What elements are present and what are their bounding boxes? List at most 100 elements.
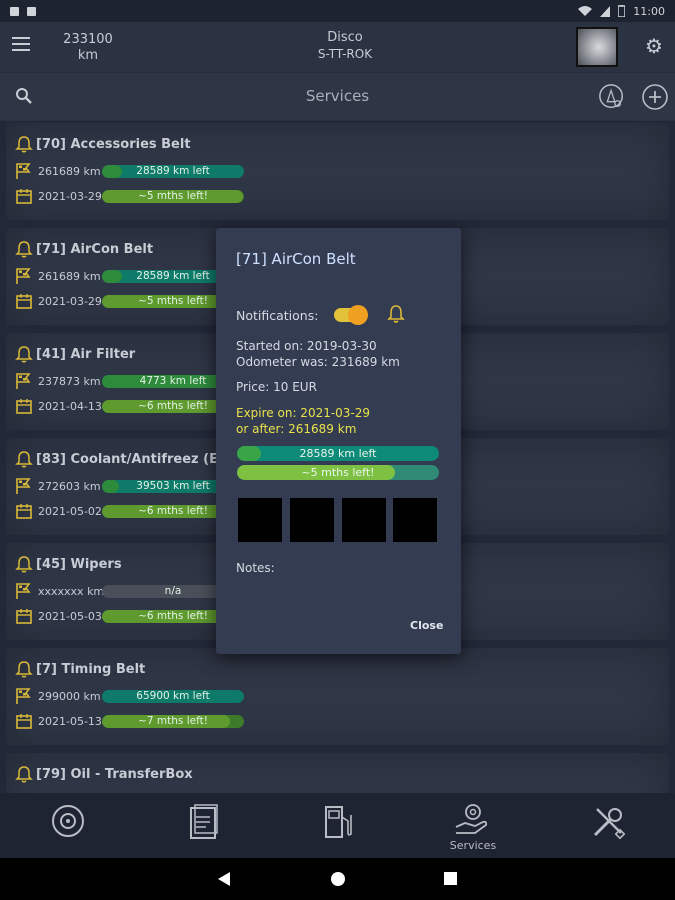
photo-slot[interactable]	[290, 498, 334, 542]
km-left-bar: 28589 km left	[102, 164, 244, 178]
km-row: 261689 km 28589 km left	[15, 266, 244, 286]
nav-tires[interactable]	[28, 803, 108, 853]
bell-icon[interactable]	[15, 555, 33, 573]
odometer-flag-icon	[15, 477, 33, 495]
time-left-bar: ~5 mths left!	[237, 465, 439, 480]
photo-slot[interactable]	[393, 498, 437, 542]
started-on: Started on: 2019-03-30	[236, 339, 377, 353]
service-card[interactable]: [79] Oil - TransferBox	[6, 753, 669, 793]
due-date: 2021-05-02	[38, 504, 102, 518]
services-toolbar: Services	[0, 72, 675, 120]
service-card[interactable]: [7] Timing Belt 299000 km 65900 km left 202…	[6, 648, 669, 745]
fuel-pump-icon	[325, 806, 352, 838]
service-name: [41] Air Filter	[36, 347, 136, 362]
recents-icon[interactable]	[444, 872, 457, 885]
nav-fuel[interactable]	[298, 803, 378, 853]
system-nav-bar	[0, 858, 675, 900]
notification-icon	[10, 6, 19, 16]
calendar-icon	[15, 397, 33, 415]
notes-label: Notes:	[236, 561, 275, 575]
km-row: 237873 km 4773 km left	[15, 371, 244, 391]
time-left-bar: ~7 mths left!	[102, 714, 244, 728]
km-left-text: 65900 km left	[136, 689, 210, 702]
odometer[interactable]: 233100 km	[60, 32, 116, 64]
vehicle-name: Disco	[327, 30, 363, 45]
odometer-flag-icon	[15, 267, 33, 285]
date-row: 2021-05-13 ~7 mths left!	[15, 711, 244, 731]
due-km: 272603 km	[38, 479, 101, 493]
nav-documents[interactable]	[164, 803, 244, 853]
time-left-text: ~5 mths left!	[301, 466, 375, 479]
due-date: 2021-05-03	[38, 609, 102, 623]
bell-icon[interactable]	[15, 135, 33, 153]
km-row: 261689 km 28589 km left	[15, 161, 244, 181]
app-notification-icon	[27, 6, 36, 16]
signal-icon	[600, 5, 611, 17]
km-left-text: 28589 km left	[299, 447, 377, 460]
odometer-flag-icon	[15, 162, 33, 180]
due-date: 2021-03-29	[38, 189, 102, 203]
search-icon[interactable]	[15, 87, 33, 105]
bell-icon[interactable]	[15, 345, 33, 363]
menu-icon[interactable]	[12, 37, 30, 51]
bell-icon[interactable]	[15, 240, 33, 258]
km-row: 272603 km 39503 km left	[15, 476, 244, 496]
home-icon[interactable]	[331, 872, 345, 886]
tools-icon	[593, 808, 626, 840]
add-service-icon[interactable]	[641, 83, 669, 111]
service-card[interactable]: [70] Accessories Belt 261689 km 28589 km l…	[6, 123, 669, 220]
gear-icon[interactable]: ⚙	[643, 35, 665, 57]
dialog-title: [71] AirCon Belt	[236, 250, 356, 268]
due-km: xxxxxxx km	[38, 584, 105, 598]
notifications-label: Notifications:	[236, 308, 319, 323]
due-km: 261689 km	[38, 269, 101, 283]
due-date: 2021-05-13	[38, 714, 102, 728]
time-left-text: ~7 mths left!	[138, 714, 208, 727]
odometer-flag-icon	[15, 582, 33, 600]
vehicle-photo[interactable]	[576, 27, 618, 67]
service-detail-dialog: [71] AirCon Belt Notifications: Started …	[216, 228, 461, 654]
vehicle-selector[interactable]: Disco S-TT-ROK	[250, 30, 440, 62]
bell-icon	[387, 305, 405, 323]
nav-services[interactable]: Services	[433, 803, 513, 853]
service-name: [79] Oil - TransferBox	[36, 767, 193, 782]
photo-slot[interactable]	[238, 498, 282, 542]
odometer-flag-icon	[15, 372, 33, 390]
date-row: 2021-05-02 ~6 mths left!	[15, 501, 244, 521]
odometer-was: Odometer was: 231689 km	[236, 355, 400, 369]
services-icon	[455, 804, 488, 834]
app-bar: 233100 km Disco S-TT-ROK ⚙	[0, 22, 675, 72]
vehicle-plate: S-TT-ROK	[317, 47, 373, 61]
clock: 11:00	[633, 4, 665, 18]
km-row: xxxxxxx km n/a	[15, 581, 244, 601]
odometer-value: 233100	[63, 32, 113, 47]
due-km: 299000 km	[38, 689, 101, 703]
due-km: 261689 km	[38, 164, 101, 178]
km-left-text: 28589 km left	[136, 164, 210, 177]
time-left-text: ~5 mths left!	[138, 189, 208, 202]
calendar-icon	[15, 292, 33, 310]
price: Price: 10 EUR	[236, 380, 317, 394]
bell-icon[interactable]	[15, 450, 33, 468]
or-after: or after: 261689 km	[236, 422, 357, 436]
notifications-toggle[interactable]	[334, 305, 368, 325]
status-bar: 11:00	[0, 0, 675, 22]
due-date: 2021-04-13	[38, 399, 102, 413]
service-alert-icon[interactable]	[598, 83, 626, 111]
nav-tools[interactable]	[568, 803, 648, 853]
nav-services-label: Services	[449, 839, 497, 852]
time-left-bar: ~5 mths left!	[102, 189, 244, 203]
km-left-bar: 28589 km left	[237, 446, 439, 461]
date-row: 2021-03-29 ~5 mths left!	[15, 291, 244, 311]
calendar-icon	[15, 502, 33, 520]
photo-slot[interactable]	[342, 498, 386, 542]
bell-icon[interactable]	[15, 660, 33, 678]
date-row: 2021-05-03 ~6 mths left!	[15, 606, 244, 626]
km-row: 299000 km 65900 km left	[15, 686, 244, 706]
close-button[interactable]: Close	[410, 619, 443, 632]
due-date: 2021-03-29	[38, 294, 102, 308]
back-icon[interactable]	[218, 872, 232, 886]
tire-icon	[52, 805, 84, 837]
bottom-nav: Services	[0, 793, 675, 858]
bell-icon[interactable]	[15, 765, 33, 783]
